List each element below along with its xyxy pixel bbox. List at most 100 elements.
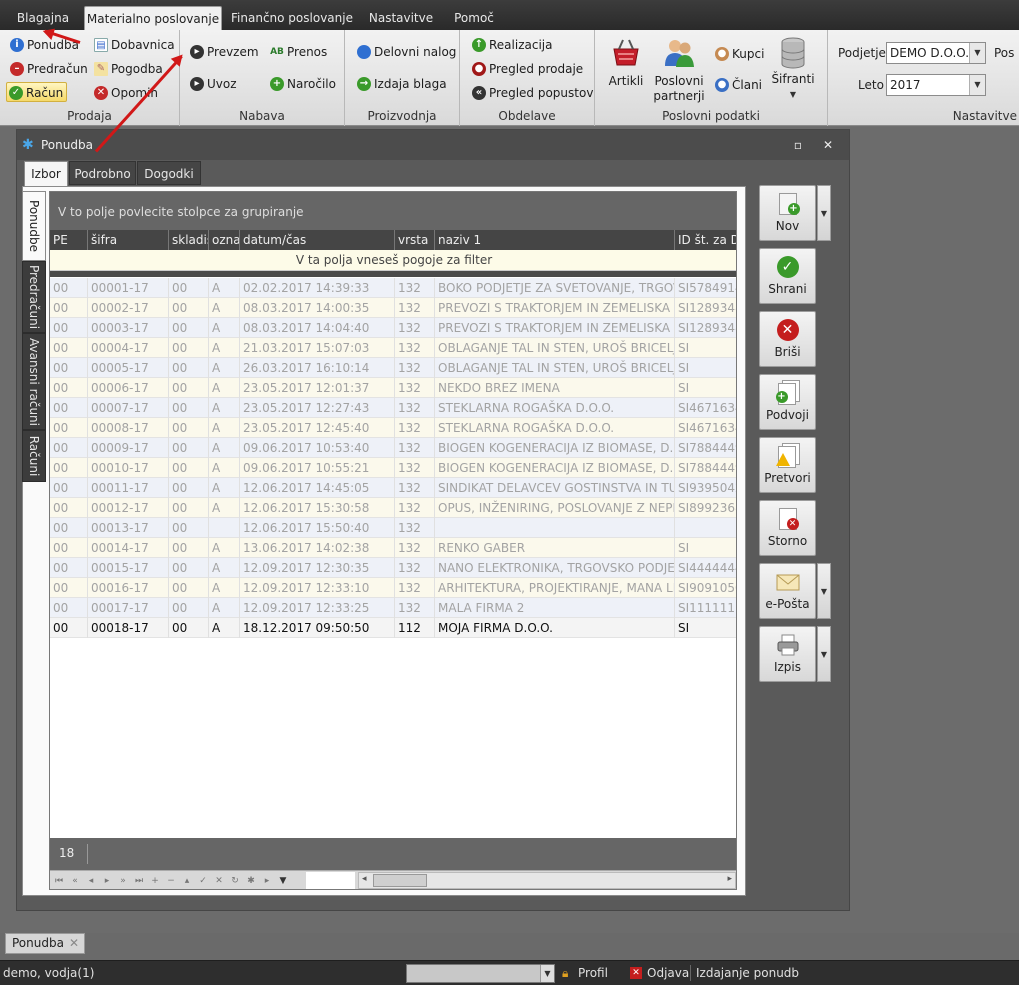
cell-datum-cas[interactable]: 21.03.2017 15:07:03 bbox=[240, 338, 395, 358]
cell-naziv-1[interactable]: BOKO PODJETJE ZA SVETOVANJE, TRGOVINO bbox=[435, 278, 675, 298]
cell-naziv-1[interactable]: PREVOZI S TRAKTORJEM IN ZEMELISKA DELA bbox=[435, 298, 675, 318]
cell-datum-cas[interactable]: 12.09.2017 12:33:10 bbox=[240, 578, 395, 598]
cell-pe[interactable]: 00 bbox=[50, 358, 88, 378]
cell-datum-cas[interactable]: 08.03.2017 14:00:35 bbox=[240, 298, 395, 318]
artikli-button[interactable]: Artikli bbox=[605, 36, 647, 89]
filter-row[interactable]: V ta polja vneseš pogoje za filter bbox=[50, 250, 736, 271]
cell-id-za-dd[interactable]: SI bbox=[675, 338, 736, 358]
cell-skladisce[interactable]: 00 bbox=[169, 318, 209, 338]
table-row[interactable]: 00 00008-17 00 A 23.05.2017 12:45:40 132 STEKL… bbox=[50, 418, 736, 438]
window-title-bar[interactable]: ✱ Ponudba ▫ ✕ bbox=[17, 130, 849, 160]
cell-skladisce[interactable]: 00 bbox=[169, 558, 209, 578]
cell-skladisce[interactable]: 00 bbox=[169, 278, 209, 298]
sifranti-button[interactable]: Šifranti ▼ bbox=[771, 36, 815, 102]
bookmark-icon[interactable]: ✱ bbox=[244, 874, 258, 888]
cell-skladisce[interactable]: 00 bbox=[169, 618, 209, 638]
cell-skladisce[interactable]: 00 bbox=[169, 578, 209, 598]
cell-id-za-dd[interactable]: SI12893489 bbox=[675, 298, 736, 318]
cell-id-za-dd[interactable]: SI bbox=[675, 618, 736, 638]
cell-id-za-dd[interactable]: SI90910508 bbox=[675, 578, 736, 598]
cell-pe[interactable]: 00 bbox=[50, 538, 88, 558]
cell-pe[interactable]: 00 bbox=[50, 598, 88, 618]
cell-sifra[interactable]: 00010-17 bbox=[88, 458, 169, 478]
cell-naziv-1[interactable]: NANO ELEKTRONIKA, TRGOVSKO PODJETJE, D. bbox=[435, 558, 675, 578]
cell-pe[interactable]: 00 bbox=[50, 298, 88, 318]
cell-pe[interactable]: 00 bbox=[50, 398, 88, 418]
cell-datum-cas[interactable]: 23.05.2017 12:27:43 bbox=[240, 398, 395, 418]
predracun-button[interactable]: – Predračun bbox=[8, 59, 91, 79]
cell-sifra[interactable]: 00013-17 bbox=[88, 518, 169, 538]
cell-oznaka[interactable]: A bbox=[209, 418, 240, 438]
cell-vrsta[interactable]: 132 bbox=[395, 378, 435, 398]
cell-oznaka[interactable]: A bbox=[209, 498, 240, 518]
cell-datum-cas[interactable]: 12.09.2017 12:33:25 bbox=[240, 598, 395, 618]
cell-vrsta[interactable]: 132 bbox=[395, 398, 435, 418]
cell-datum-cas[interactable]: 02.02.2017 14:39:33 bbox=[240, 278, 395, 298]
refresh-icon[interactable]: ↻ bbox=[228, 874, 242, 888]
post-edit-icon[interactable]: ✓ bbox=[196, 874, 210, 888]
table-row[interactable]: 00 00016-17 00 A 12.09.2017 12:33:10 132 ARHIT… bbox=[50, 578, 736, 598]
profil-link[interactable]: Profil bbox=[578, 961, 608, 985]
izpis-dropdown-chevron-icon[interactable]: ▼ bbox=[817, 626, 831, 682]
cell-skladisce[interactable]: 00 bbox=[169, 518, 209, 538]
column-header-oznaka[interactable]: oznal bbox=[209, 230, 240, 250]
cell-datum-cas[interactable]: 26.03.2017 16:10:14 bbox=[240, 358, 395, 378]
cell-naziv-1[interactable]: STEKLARNA ROGAŠKA D.O.O. bbox=[435, 418, 675, 438]
cell-vrsta[interactable]: 132 bbox=[395, 478, 435, 498]
cell-datum-cas[interactable]: 12.06.2017 15:50:40 bbox=[240, 518, 395, 538]
cell-vrsta[interactable]: 132 bbox=[395, 418, 435, 438]
cell-naziv-1[interactable]: BIOGEN KOGENERACIJA IZ BIOMASE, D.O.O. bbox=[435, 458, 675, 478]
side-tab-predracuni[interactable]: Predračuni bbox=[22, 261, 46, 333]
cell-oznaka[interactable]: A bbox=[209, 338, 240, 358]
realizacija-button[interactable]: ↑ Realizacija bbox=[470, 35, 555, 55]
column-header-sifra[interactable]: šifra bbox=[88, 230, 169, 250]
cell-vrsta[interactable]: 132 bbox=[395, 338, 435, 358]
cell-vrsta[interactable]: 132 bbox=[395, 558, 435, 578]
cell-oznaka[interactable]: A bbox=[209, 598, 240, 618]
table-row[interactable]: 00 00017-17 00 A 12.09.2017 12:33:25 132 MALA … bbox=[50, 598, 736, 618]
cell-pe[interactable]: 00 bbox=[50, 418, 88, 438]
cell-skladisce[interactable]: 00 bbox=[169, 298, 209, 318]
cell-naziv-1[interactable]: RENKO GABER bbox=[435, 538, 675, 558]
izdaja-blaga-button[interactable]: → Izdaja blaga bbox=[355, 74, 450, 94]
maximize-icon[interactable]: ▫ bbox=[791, 138, 805, 152]
table-row[interactable]: 00 00006-17 00 A 23.05.2017 12:01:37 132 NEKDO… bbox=[50, 378, 736, 398]
cell-vrsta[interactable]: 132 bbox=[395, 318, 435, 338]
cell-pe[interactable]: 00 bbox=[50, 318, 88, 338]
column-header-id-za-dd[interactable]: ID št. za DD bbox=[675, 230, 736, 250]
cell-skladisce[interactable]: 00 bbox=[169, 458, 209, 478]
cell-sifra[interactable]: 00016-17 bbox=[88, 578, 169, 598]
cell-datum-cas[interactable]: 18.12.2017 09:50:50 bbox=[240, 618, 395, 638]
cell-pe[interactable]: 00 bbox=[50, 338, 88, 358]
cell-id-za-dd[interactable]: SI44444444 bbox=[675, 558, 736, 578]
cell-vrsta[interactable]: 132 bbox=[395, 438, 435, 458]
close-icon[interactable]: ✕ bbox=[821, 138, 835, 152]
table-row[interactable]: 00 00013-17 00 12.06.2017 15:50:40 132 bbox=[50, 518, 736, 538]
cell-oznaka[interactable] bbox=[209, 518, 240, 538]
side-tab-racuni[interactable]: Računi bbox=[22, 430, 46, 482]
cell-pe[interactable]: 00 bbox=[50, 458, 88, 478]
cell-vrsta[interactable]: 132 bbox=[395, 498, 435, 518]
cell-id-za-dd[interactable]: SI12893489 bbox=[675, 318, 736, 338]
column-header-skladisce[interactable]: skladiš bbox=[169, 230, 209, 250]
cell-id-za-dd[interactable]: SI93950420 bbox=[675, 478, 736, 498]
cell-sifra[interactable]: 00014-17 bbox=[88, 538, 169, 558]
cell-sifra[interactable]: 00004-17 bbox=[88, 338, 169, 358]
kupci-button[interactable]: ● Kupci bbox=[713, 44, 767, 64]
cell-id-za-dd[interactable]: SI78844495 bbox=[675, 458, 736, 478]
cell-sifra[interactable]: 00002-17 bbox=[88, 298, 169, 318]
cell-sifra[interactable]: 00011-17 bbox=[88, 478, 169, 498]
cell-vrsta[interactable]: 132 bbox=[395, 358, 435, 378]
cell-oznaka[interactable]: A bbox=[209, 358, 240, 378]
cell-pe[interactable]: 00 bbox=[50, 498, 88, 518]
cell-naziv-1[interactable]: STEKLARNA ROGAŠKA D.O.O. bbox=[435, 398, 675, 418]
chevron-down-icon[interactable]: ▼ bbox=[969, 75, 985, 95]
next-record-icon[interactable]: ▸ bbox=[100, 874, 114, 888]
cell-datum-cas[interactable]: 08.03.2017 14:04:40 bbox=[240, 318, 395, 338]
table-row[interactable]: 00 00007-17 00 A 23.05.2017 12:27:43 132 STEKL… bbox=[50, 398, 736, 418]
odjava-link[interactable]: Odjava bbox=[647, 961, 689, 985]
cell-naziv-1[interactable] bbox=[435, 518, 675, 538]
cell-sifra[interactable]: 00005-17 bbox=[88, 358, 169, 378]
uvoz-button[interactable]: ▸ Uvoz bbox=[188, 74, 240, 94]
last-record-icon[interactable]: ⏭ bbox=[132, 874, 146, 888]
